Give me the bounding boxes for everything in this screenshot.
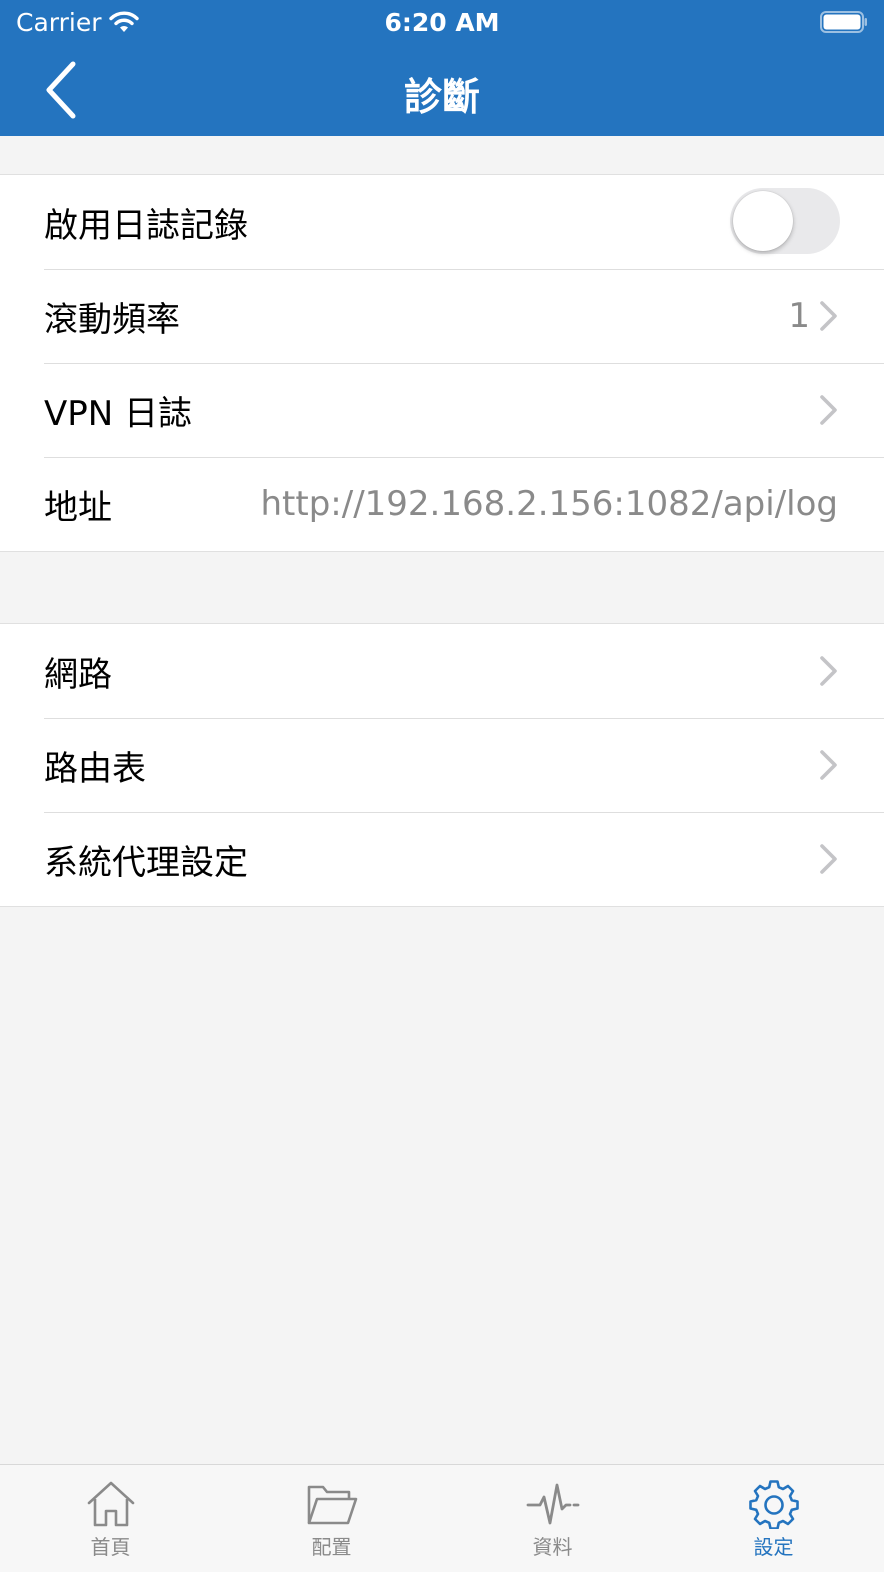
enable-logging-toggle[interactable] <box>730 188 840 254</box>
logging-settings-group: 啟用日誌記錄 滾動頻率 1 VPN 日誌 地址 http://192.168.2… <box>0 174 884 552</box>
address-row: 地址 http://192.168.2.156:1082/api/log <box>0 457 884 551</box>
activity-icon <box>526 1483 579 1525</box>
navigation-bar: 診斷 <box>0 44 884 136</box>
enable-logging-label: 啟用日誌記錄 <box>44 205 248 246</box>
address-label: 地址 <box>44 487 112 528</box>
battery-icon <box>820 11 867 33</box>
chevron-right-icon <box>820 750 837 780</box>
tab-settings[interactable]: 設定 <box>663 1465 884 1572</box>
tab-config[interactable]: 配置 <box>221 1465 442 1572</box>
page-title: 診斷 <box>403 75 480 119</box>
chevron-right-icon <box>820 844 837 874</box>
tab-data-label: 資料 <box>532 1535 573 1559</box>
rotation-frequency-row[interactable]: 滾動頻率 1 <box>0 269 884 363</box>
status-time: 6:20 AM <box>384 8 500 37</box>
system-proxy-label: 系統代理設定 <box>44 842 248 883</box>
chevron-right-icon <box>820 301 837 331</box>
tab-settings-label: 設定 <box>753 1535 794 1559</box>
tab-home[interactable]: 首頁 <box>0 1465 221 1572</box>
gear-icon <box>748 1480 799 1529</box>
route-table-row[interactable]: 路由表 <box>0 718 884 812</box>
route-table-label: 路由表 <box>44 748 146 789</box>
address-value: http://192.168.2.156:1082/api/log <box>260 484 839 524</box>
tab-config-label: 配置 <box>311 1535 352 1559</box>
system-proxy-row[interactable]: 系統代理設定 <box>0 812 884 906</box>
header: Carrier 6:20 AM 診斷 <box>0 0 884 136</box>
tab-home-label: 首頁 <box>90 1535 131 1559</box>
chevron-right-icon <box>820 656 837 686</box>
network-label: 網路 <box>44 654 112 695</box>
folder-icon <box>307 1485 357 1525</box>
enable-logging-row: 啟用日誌記錄 <box>0 175 884 269</box>
status-bar: Carrier 6:20 AM <box>0 0 884 44</box>
tab-data[interactable]: 資料 <box>442 1465 663 1572</box>
vpn-log-label: VPN 日誌 <box>44 393 193 434</box>
rotation-frequency-label: 滾動頻率 <box>44 299 180 340</box>
network-row[interactable]: 網路 <box>0 624 884 718</box>
network-settings-group: 網路 路由表 系統代理設定 <box>0 623 884 907</box>
chevron-right-icon <box>820 395 837 425</box>
home-icon <box>87 1481 134 1527</box>
rotation-frequency-value: 1 <box>788 296 810 336</box>
toggle-knob <box>733 191 793 251</box>
vpn-log-row[interactable]: VPN 日誌 <box>0 363 884 457</box>
tab-bar: 首頁 配置 資料 設定 <box>0 1464 884 1572</box>
